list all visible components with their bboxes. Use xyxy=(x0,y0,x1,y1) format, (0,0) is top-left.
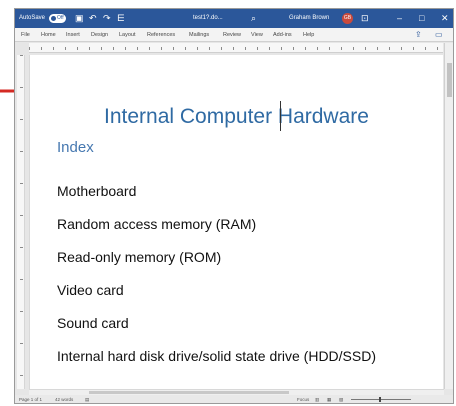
word-window: AutoSave Off ▣ ↶ ↷ ⋿ test1?.do... ⌕ Grah… xyxy=(14,8,454,404)
scrollbar-thumb[interactable] xyxy=(89,391,289,394)
tab-home[interactable]: Home xyxy=(41,32,56,38)
title-bar: AutoSave Off ▣ ↶ ↷ ⋿ test1?.do... ⌕ Grah… xyxy=(15,9,453,28)
vertical-scrollbar[interactable] xyxy=(444,43,453,389)
focus-button[interactable]: Focus xyxy=(297,397,309,402)
search-icon[interactable]: ⌕ xyxy=(251,13,256,23)
ribbon-display-icon[interactable]: ⊡ xyxy=(361,13,369,23)
zoom-slider[interactable] xyxy=(351,399,411,400)
list-item: Internal hard disk drive/solid state dri… xyxy=(57,348,377,364)
document-title: Internal Computer Hardware xyxy=(104,105,369,128)
scrollbar-thumb[interactable] xyxy=(447,63,452,97)
horizontal-ruler[interactable] xyxy=(29,43,443,53)
toggle-knob xyxy=(51,16,56,21)
autosave-toggle[interactable]: Off xyxy=(49,14,66,23)
maximize-icon[interactable]: □ xyxy=(419,13,424,23)
tab-review[interactable]: Review xyxy=(223,32,241,38)
list-item: Motherboard xyxy=(57,183,137,199)
tab-references[interactable]: References xyxy=(147,32,175,38)
word-count[interactable]: 42 words xyxy=(55,397,73,402)
close-icon[interactable]: ✕ xyxy=(441,13,449,23)
index-heading: Index xyxy=(57,139,94,156)
autosave-state: Off xyxy=(57,15,64,21)
print-layout-icon[interactable]: ▦ xyxy=(327,397,331,403)
document-name: test1?.do... xyxy=(193,15,223,21)
zoom-slider-knob[interactable] xyxy=(379,397,381,402)
tab-add-ins[interactable]: Add-ins xyxy=(273,32,292,38)
list-item: Random access memory (RAM) xyxy=(57,216,257,232)
list-item: Video card xyxy=(57,282,124,298)
comments-icon[interactable]: ▭ xyxy=(435,30,443,39)
proofing-icon[interactable]: ▤ xyxy=(85,397,89,403)
tab-layout[interactable]: Layout xyxy=(119,32,136,38)
tab-file[interactable]: File xyxy=(21,32,30,38)
save-icon[interactable]: ▣ xyxy=(75,13,84,23)
autosave-label: AutoSave xyxy=(19,15,46,21)
ribbon-tabs: File Home Insert Design Layout Reference… xyxy=(15,28,453,42)
page-count[interactable]: Page 1 of 1 xyxy=(19,397,42,402)
minimize-icon[interactable]: – xyxy=(397,13,402,23)
tab-insert[interactable]: Insert xyxy=(66,32,80,38)
avatar[interactable]: GB xyxy=(342,13,353,24)
tab-view[interactable]: View xyxy=(251,32,263,38)
read-mode-icon[interactable]: ▥ xyxy=(315,397,319,403)
list-item: Sound card xyxy=(57,315,129,331)
document-page[interactable]: Internal Computer Hardware Index Motherb… xyxy=(29,55,443,389)
tab-design[interactable]: Design xyxy=(91,32,108,38)
undo-icon[interactable]: ↶ xyxy=(89,13,97,23)
customize-icon[interactable]: ⋿ xyxy=(117,13,125,23)
vertical-ruler[interactable] xyxy=(17,55,25,389)
list-item: Read-only memory (ROM) xyxy=(57,249,222,265)
web-layout-icon[interactable]: ▧ xyxy=(339,397,343,403)
share-icon[interactable]: ⇪ xyxy=(415,30,422,39)
tab-mailings[interactable]: Mailings xyxy=(189,32,209,38)
tab-help[interactable]: Help xyxy=(303,32,314,38)
text-cursor xyxy=(280,101,281,131)
redo-icon[interactable]: ↷ xyxy=(103,13,111,23)
status-bar: Page 1 of 1 42 words ▤ Focus ▥ ▦ ▧ xyxy=(15,395,453,403)
user-name[interactable]: Graham Brown xyxy=(289,15,329,21)
